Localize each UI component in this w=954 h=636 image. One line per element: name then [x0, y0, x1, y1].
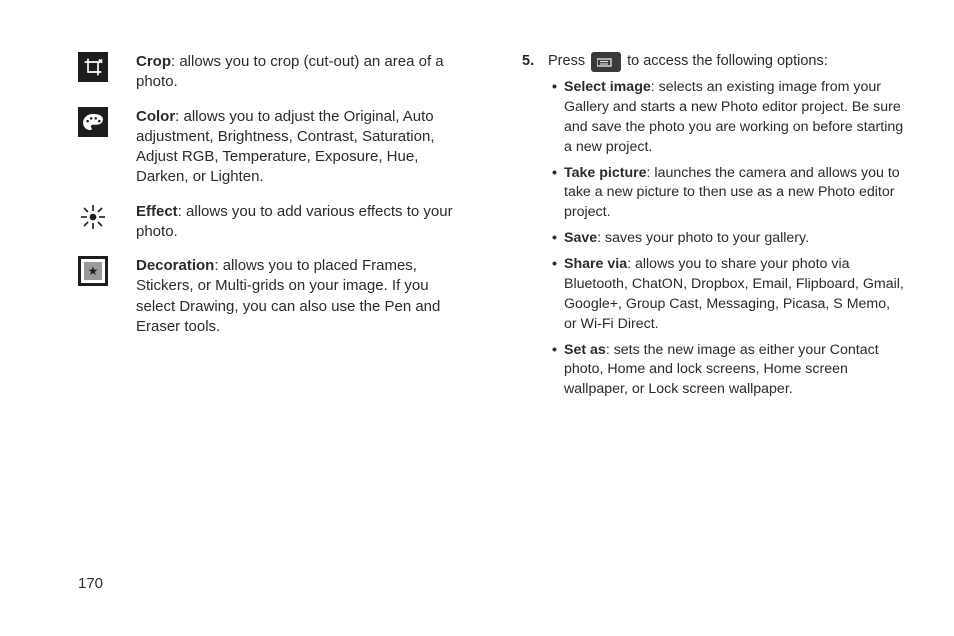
press-tail: to access the following options: — [627, 52, 828, 72]
option-title: Set as — [564, 342, 606, 358]
option-desc: : sets the new image as either your Cont… — [564, 342, 879, 398]
decoration-icon: ★ — [78, 256, 108, 286]
feature-desc: : allows you to add various effects to y… — [136, 203, 453, 240]
page-number: 170 — [78, 574, 103, 594]
feature-text: Effect: allows you to add various effect… — [136, 202, 462, 243]
crop-icon — [78, 52, 108, 82]
left-column: Crop: allows you to crop (cut-out) an ar… — [78, 52, 462, 636]
feature-title: Effect — [136, 203, 178, 220]
option-title: Save — [564, 230, 597, 246]
right-column: 5. Press to access the following options… — [522, 52, 906, 636]
star-icon: ★ — [84, 262, 102, 280]
step-instruction: Press to access the following options: — [548, 52, 906, 72]
feature-desc: : allows you to adjust the Original, Aut… — [136, 108, 434, 186]
step-number: 5. — [522, 52, 548, 72]
feature-crop: Crop: allows you to crop (cut-out) an ar… — [78, 52, 462, 93]
option-title: Take picture — [564, 165, 647, 181]
option-title: Share via — [564, 256, 627, 272]
option-text: Set as: sets the new image as either you… — [564, 341, 906, 401]
bullet-icon: • — [552, 255, 564, 335]
option-share-via: • Share via: allows you to share your ph… — [552, 255, 906, 335]
option-title: Select image — [564, 79, 651, 95]
feature-text: Crop: allows you to crop (cut-out) an ar… — [136, 52, 462, 93]
option-text: Take picture: launches the camera and al… — [564, 164, 906, 224]
option-text: Share via: allows you to share your phot… — [564, 255, 906, 335]
option-text: Save: saves your photo to your gallery. — [564, 229, 906, 249]
step-body: Press to access the following options: • — [548, 52, 906, 406]
feature-text: Decoration: allows you to placed Frames,… — [136, 256, 462, 337]
option-text: Select image: selects an existing image … — [564, 78, 906, 158]
option-save: • Save: saves your photo to your gallery… — [552, 229, 906, 249]
manual-page: Crop: allows you to crop (cut-out) an ar… — [0, 0, 954, 636]
feature-decoration: ★ Decoration: allows you to placed Frame… — [78, 256, 462, 337]
step-5: 5. Press to access the following options… — [522, 52, 906, 406]
bullet-icon: • — [552, 341, 564, 401]
feature-title: Decoration — [136, 257, 214, 274]
palette-icon — [78, 107, 108, 137]
feature-color: Color: allows you to adjust the Original… — [78, 107, 462, 188]
option-set-as: • Set as: sets the new image as either y… — [552, 341, 906, 401]
feature-effect: Effect: allows you to add various effect… — [78, 202, 462, 243]
effect-icon — [78, 202, 108, 232]
feature-title: Color — [136, 108, 175, 125]
press-label: Press — [548, 52, 585, 72]
menu-icon — [591, 52, 621, 72]
feature-title: Crop — [136, 53, 171, 70]
bullet-icon: • — [552, 164, 564, 224]
bullet-icon: • — [552, 229, 564, 249]
options-list: • Select image: selects an existing imag… — [548, 78, 906, 400]
feature-text: Color: allows you to adjust the Original… — [136, 107, 462, 188]
option-select-image: • Select image: selects an existing imag… — [552, 78, 906, 158]
feature-desc: : allows you to crop (cut-out) an area o… — [136, 53, 444, 90]
option-desc: : saves your photo to your gallery. — [597, 230, 809, 246]
bullet-icon: • — [552, 78, 564, 158]
option-take-picture: • Take picture: launches the camera and … — [552, 164, 906, 224]
